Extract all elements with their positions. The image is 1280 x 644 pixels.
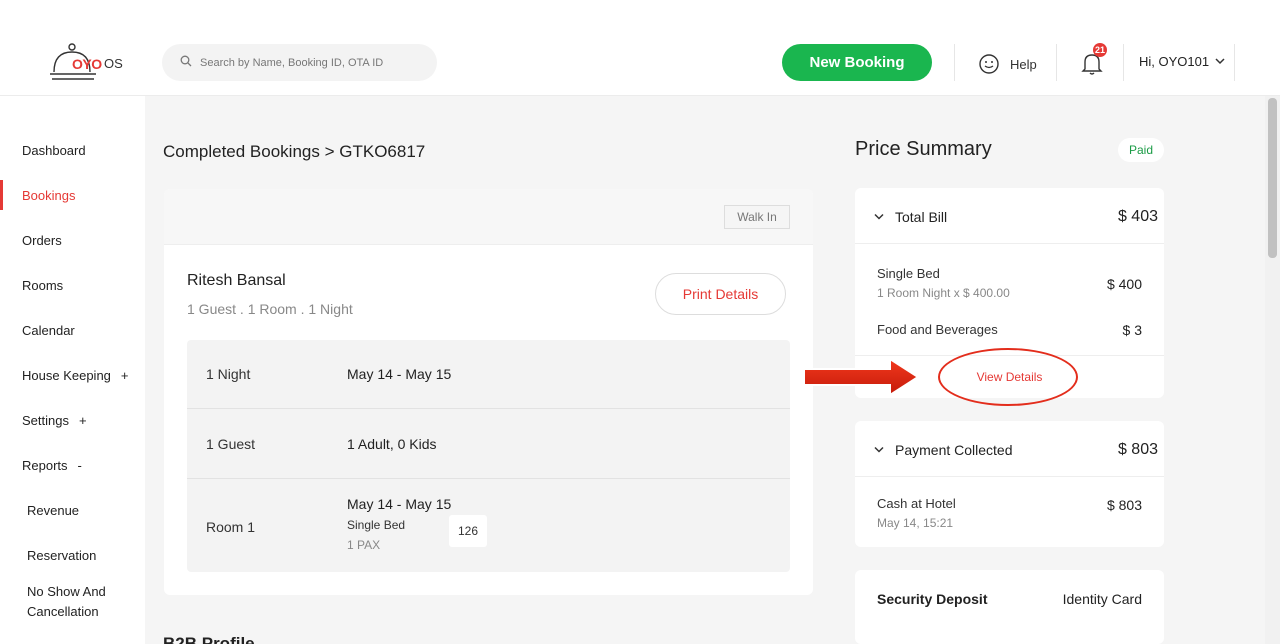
payment-status-badge: Paid: [1118, 138, 1164, 162]
breadcrumb: Completed Bookings > GTKO6817: [163, 142, 426, 161]
payment-amount: $ 803: [1106, 497, 1142, 513]
security-deposit-card: [855, 570, 1164, 644]
nights-label: 1 Night: [206, 366, 251, 382]
annotation-circle: [938, 348, 1078, 406]
line-item-detail: 1 Room Night x $ 400.00: [877, 286, 1010, 300]
room-dates: May 14 - May 15: [347, 496, 452, 512]
payment-collected-label: Payment Collected: [895, 442, 1013, 458]
sidebar-item-label: Reports: [22, 457, 68, 473]
stay-dates: May 14 - May 15: [347, 366, 452, 382]
sidebar-item-label: Bookings: [22, 187, 76, 203]
total-bill-label: Total Bill: [895, 209, 948, 225]
sidebar-item-label: Orders: [22, 232, 62, 248]
price-summary-title: Price Summary: [855, 138, 992, 160]
help-label: Help: [1010, 56, 1037, 72]
sidebar-item-rooms[interactable]: Rooms: [0, 270, 145, 300]
sidebar-item-label: Revenue: [27, 502, 80, 518]
top-header: OYO OS New Booking Help 21 Hi, OYO101: [0, 0, 1280, 96]
room-number-badge: 126: [449, 515, 487, 547]
sidebar-item-dashboard[interactable]: Dashboard: [0, 135, 145, 165]
line-item-label: Food and Beverages: [877, 322, 998, 337]
guest-breakdown: 1 Adult, 0 Kids: [347, 436, 437, 452]
sidebar-item-reservation[interactable]: Reservation: [0, 540, 145, 570]
security-deposit-label: Security Deposit: [877, 591, 988, 607]
help-face-icon: [979, 54, 999, 74]
collapse-toggle[interactable]: -: [78, 458, 82, 473]
logo-os-text: OS: [104, 56, 123, 71]
scrollbar-thumb[interactable]: [1268, 98, 1277, 258]
scrollbar[interactable]: [1265, 96, 1280, 644]
chevron-down-icon[interactable]: [874, 213, 884, 221]
row-divider: [187, 478, 790, 479]
sidebar-item-label: Dashboard: [22, 142, 86, 158]
room-label: Room 1: [206, 519, 256, 535]
header-divider: [954, 44, 955, 81]
booking-summary: 1 Guest . 1 Room . 1 Night: [187, 301, 353, 317]
header-divider: [1234, 44, 1235, 81]
user-greeting: Hi, OYO101: [1139, 54, 1210, 69]
label-line-1: No Show And: [27, 584, 106, 599]
sidebar-item-label: No Show And Cancellation: [27, 582, 106, 622]
chevron-down-icon: [1215, 58, 1225, 65]
payment-method-label: Cash at Hotel: [877, 496, 956, 511]
sidebar-item-bookings[interactable]: Bookings: [0, 180, 145, 210]
print-details-button[interactable]: Print Details: [655, 273, 786, 315]
guest-name: Ritesh Bansal: [187, 272, 286, 289]
line-item-label: Single Bed: [877, 266, 940, 281]
total-bill-amount: $ 403: [1117, 208, 1158, 225]
sidebar-item-settings[interactable]: Settings +: [0, 405, 145, 435]
new-booking-button[interactable]: New Booking: [782, 44, 932, 81]
sidebar-item-revenue[interactable]: Revenue: [0, 495, 145, 525]
security-deposit-value: Identity Card: [1062, 591, 1142, 607]
chevron-down-icon[interactable]: [874, 446, 884, 454]
user-menu[interactable]: Hi, OYO101: [1139, 54, 1225, 69]
room-type: Single Bed: [347, 518, 406, 532]
sidebar-item-label: Settings: [22, 412, 69, 428]
sidebar-item-label: Calendar: [22, 322, 75, 338]
room-pax: 1 PAX: [347, 538, 381, 552]
sidebar-item-label: Rooms: [22, 277, 64, 293]
source-tag: Walk In: [724, 205, 790, 229]
payment-timestamp: May 14, 15:21: [877, 516, 954, 530]
oyo-logo[interactable]: OYO OS: [50, 42, 130, 84]
header-divider: [1056, 44, 1057, 81]
sidebar-item-house-keeping[interactable]: House Keeping +: [0, 360, 145, 390]
sidebar-item-label: House Keeping: [22, 367, 111, 383]
help-button[interactable]: Help: [978, 52, 1037, 76]
search-bar[interactable]: [162, 44, 437, 81]
expand-toggle[interactable]: +: [121, 368, 129, 383]
notification-badge: 21: [1093, 43, 1107, 57]
row-divider: [187, 408, 790, 409]
booking-details-table: [187, 340, 790, 572]
sidebar-item-calendar[interactable]: Calendar: [0, 315, 145, 345]
expand-toggle[interactable]: +: [79, 413, 87, 428]
b2b-profile-heading: B2B Profile: [163, 634, 255, 644]
label-line-2: Cancellation: [27, 604, 99, 619]
annotation-arrow-icon: [803, 357, 920, 397]
logo-text: OYO: [72, 56, 102, 72]
sidebar-item-orders[interactable]: Orders: [0, 225, 145, 255]
line-item-amount: $ 400: [1106, 276, 1142, 292]
search-input[interactable]: [200, 44, 430, 81]
sidebar-item-label: Reservation: [27, 547, 97, 563]
search-icon: [180, 55, 192, 67]
header-divider: [1123, 44, 1124, 81]
sidebar-item-no-show-cancellation[interactable]: No Show And Cancellation: [0, 582, 145, 622]
sidebar-item-reports[interactable]: Reports -: [0, 450, 145, 480]
line-item-amount: $ 3: [1122, 322, 1142, 338]
payment-collected-amount: $ 803: [1117, 441, 1158, 458]
booking-card-header: [164, 189, 813, 245]
guests-label: 1 Guest: [206, 436, 256, 452]
